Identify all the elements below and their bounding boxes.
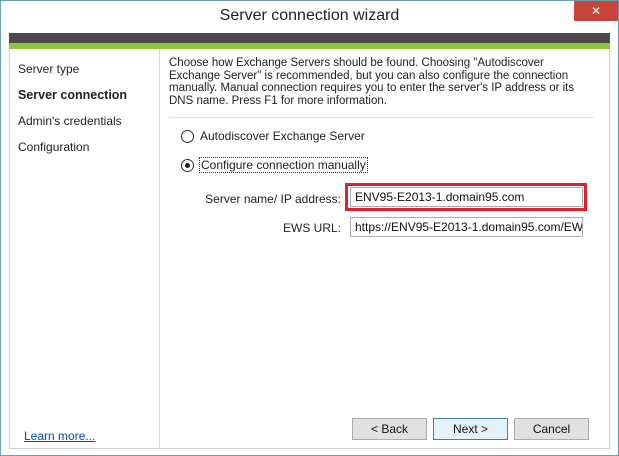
option-autodiscover[interactable]: Autodiscover Exchange Server (181, 129, 365, 143)
manual-label: Configure connection manually (199, 157, 368, 173)
window-title: Server connection wizard (219, 7, 400, 24)
description-text: Choose how Exchange Servers should be fo… (169, 57, 575, 107)
next-button[interactable]: Next > (433, 418, 508, 440)
manual-radio[interactable] (181, 158, 194, 172)
sidebar-item-configuration: Configuration (18, 140, 90, 154)
sidebar-item-admins-credentials: Admin's credentials (18, 114, 122, 128)
title-bar: Server connection wizard ✕ (1, 1, 618, 33)
back-button[interactable]: < Back (352, 418, 427, 440)
server-name-label: Server name/ IP address: (205, 192, 341, 206)
sidebar-item-server-connection: Server connection (18, 88, 128, 102)
autodiscover-label: Autodiscover Exchange Server (200, 129, 365, 143)
sidebar: Server type Server connection Admin's cr… (10, 49, 160, 448)
ews-url-label: EWS URL: (282, 221, 341, 235)
main-panel: Choose how Exchange Servers should be fo… (161, 49, 609, 448)
wizard-content: Server type Server connection Admin's cr… (9, 49, 610, 449)
close-icon: ✕ (590, 4, 602, 18)
header-band-dark (9, 33, 610, 43)
wizard-window: Server connection wizard ✕ Server type S… (0, 0, 619, 456)
sidebar-item-server-type: Server type (18, 62, 80, 76)
cancel-button[interactable]: Cancel (514, 418, 589, 440)
option-manual[interactable]: Configure connection manually (181, 157, 368, 173)
separator (169, 117, 594, 118)
autodiscover-radio[interactable] (181, 129, 194, 143)
close-button[interactable]: ✕ (574, 1, 618, 21)
server-name-input[interactable]: ENV95-E2013-1.domain95.com (350, 187, 583, 207)
learn-more-link[interactable]: Learn more... (24, 429, 95, 443)
ews-url-input[interactable]: https://ENV95-E2013-1.domain95.com/EWS/E (350, 217, 583, 237)
